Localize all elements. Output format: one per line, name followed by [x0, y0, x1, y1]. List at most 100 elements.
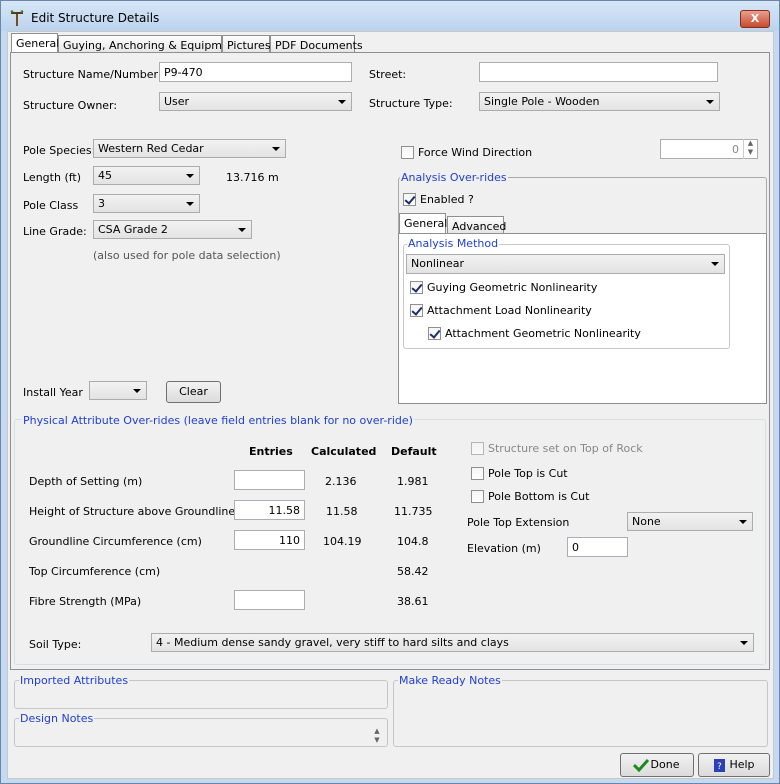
override-tab-advanced[interactable]: Advanced [447, 216, 506, 233]
analysis-overrides-title: Analysis Over-rides [400, 171, 508, 184]
structure-type-label: Structure Type: [369, 97, 453, 110]
imported-attributes-title: Imported Attributes [19, 674, 130, 687]
structure-owner-value: User [164, 95, 190, 108]
tab-pdf-documents[interactable]: PDF Documents [270, 35, 363, 53]
analysis-method-value: Nonlinear [411, 257, 465, 270]
soil-type-label: Soil Type: [29, 638, 82, 651]
height-calculated: 11.58 [326, 505, 358, 518]
tab-general[interactable]: General [11, 33, 59, 54]
chevron-down-icon [186, 174, 194, 178]
line-grade-select[interactable]: CSA Grade 2 [93, 220, 252, 239]
top-circumference-default: 58.42 [397, 565, 429, 578]
top-of-rock-label: Structure set on Top of Rock [488, 442, 643, 455]
attachment-load-checkbox[interactable] [410, 304, 423, 317]
structure-type-select[interactable]: Single Pole - Wooden [479, 92, 720, 111]
chevron-down-icon [711, 262, 719, 266]
length-select[interactable]: 45 [93, 166, 200, 185]
make-ready-notes-title: Make Ready Notes [398, 674, 502, 687]
pole-class-label: Pole Class [23, 199, 79, 212]
make-ready-notes-box[interactable] [393, 680, 768, 747]
street-input[interactable] [479, 62, 718, 82]
chevron-down-icon [338, 100, 346, 104]
depth-default: 1.981 [397, 475, 429, 488]
override-tab-general[interactable]: General [399, 213, 447, 233]
pole-bottom-cut-label: Pole Bottom is Cut [488, 490, 590, 503]
line-grade-label: Line Grade: [23, 225, 87, 238]
title-bar: Edit Structure Details X [1, 1, 779, 31]
scroll-arrows-icon[interactable]: ▲ ▼ [370, 727, 384, 747]
general-tab-panel: Structure Name/Number: P9-470 Street: St… [10, 52, 770, 670]
spin-arrows-icon[interactable]: ▲ ▼ [743, 139, 757, 159]
depth-calculated: 2.136 [325, 475, 357, 488]
install-year-label: Install Year [23, 386, 83, 399]
analysis-method-select[interactable]: Nonlinear [406, 254, 725, 274]
close-button[interactable]: X [740, 10, 770, 28]
chevron-down-icon [739, 520, 747, 524]
pole-species-label: Pole Species: [23, 144, 96, 157]
window-title: Edit Structure Details [31, 11, 160, 25]
install-year-select[interactable] [89, 381, 147, 400]
line-grade-note: (also used for pole data selection) [93, 249, 281, 262]
fibre-strength-input[interactable] [234, 590, 305, 610]
circumference-default: 104.8 [397, 535, 429, 548]
tab-pictures[interactable]: Pictures [222, 35, 271, 53]
elevation-input[interactable]: 0 [567, 537, 628, 557]
soil-type-value: 4 - Medium dense sandy gravel, very stif… [156, 636, 509, 649]
depth-label: Depth of Setting (m) [29, 475, 143, 488]
attachment-geometric-checkbox[interactable] [428, 327, 441, 340]
enabled-label: Enabled ? [420, 193, 474, 206]
help-book-icon: ? [714, 759, 725, 772]
enabled-checkbox[interactable] [403, 193, 416, 206]
structure-name-input[interactable]: P9-470 [159, 62, 352, 82]
guying-geometric-label: Guying Geometric Nonlinearity [427, 281, 598, 294]
attachment-geometric-label: Attachment Geometric Nonlinearity [445, 327, 641, 340]
force-wind-checkbox[interactable] [401, 146, 414, 159]
street-label: Street: [369, 68, 407, 81]
soil-type-select[interactable]: 4 - Medium dense sandy gravel, very stif… [151, 633, 754, 652]
top-circumference-label: Top Circumference (cm) [29, 565, 161, 578]
pole-class-select[interactable]: 3 [93, 194, 200, 213]
depth-input[interactable] [234, 470, 305, 490]
force-wind-label: Force Wind Direction [418, 146, 533, 159]
fibre-strength-label: Fibre Strength (MPa) [29, 595, 142, 608]
chevron-down-icon [186, 202, 194, 206]
top-of-rock-checkbox[interactable] [471, 442, 484, 455]
guying-geometric-checkbox[interactable] [410, 281, 423, 294]
height-default: 11.735 [394, 505, 433, 518]
clear-button[interactable]: Clear [166, 381, 221, 403]
chevron-down-icon [706, 100, 714, 104]
structure-name-label: Structure Name/Number: [23, 68, 162, 81]
line-grade-value: CSA Grade 2 [98, 223, 168, 236]
circumference-label: Groundline Circumference (cm) [29, 535, 202, 548]
checkmark-icon [633, 758, 649, 772]
chevron-down-icon [238, 228, 246, 232]
pole-species-select[interactable]: Western Red Cedar [93, 139, 286, 158]
physical-overrides-title: Physical Attribute Over-rides (leave fie… [22, 414, 414, 427]
dialog-body: General Guying, Anchoring & Equipment Pi… [7, 31, 774, 779]
pole-icon [10, 10, 24, 26]
pole-bottom-cut-checkbox[interactable] [471, 490, 484, 503]
structure-owner-label: Structure Owner: [23, 99, 118, 112]
chevron-down-icon [133, 389, 141, 393]
pole-class-value: 3 [98, 197, 105, 210]
done-button[interactable]: Done [620, 753, 694, 777]
help-button[interactable]: ? Help [698, 753, 770, 777]
chevron-down-icon [740, 641, 748, 645]
chevron-down-icon [272, 147, 280, 151]
fibre-strength-default: 38.61 [397, 595, 429, 608]
pole-top-extension-value: None [632, 515, 661, 528]
circumference-input[interactable]: 110 [234, 530, 305, 550]
pole-top-extension-select[interactable]: None [627, 512, 753, 531]
structure-owner-select[interactable]: User [159, 92, 352, 111]
length-metric: 13.716 m [226, 171, 279, 184]
design-notes-title: Design Notes [19, 712, 95, 725]
pole-top-cut-label: Pole Top is Cut [488, 467, 568, 480]
pole-top-extension-label: Pole Top Extension [467, 516, 570, 529]
elevation-label: Elevation (m) [467, 542, 541, 555]
circumference-calculated: 104.19 [323, 535, 362, 548]
height-input[interactable]: 11.58 [234, 500, 305, 520]
pole-top-cut-checkbox[interactable] [471, 467, 484, 480]
default-header: Default [391, 445, 437, 458]
structure-type-value: Single Pole - Wooden [484, 95, 600, 108]
tab-guying[interactable]: Guying, Anchoring & Equipment [58, 35, 240, 53]
